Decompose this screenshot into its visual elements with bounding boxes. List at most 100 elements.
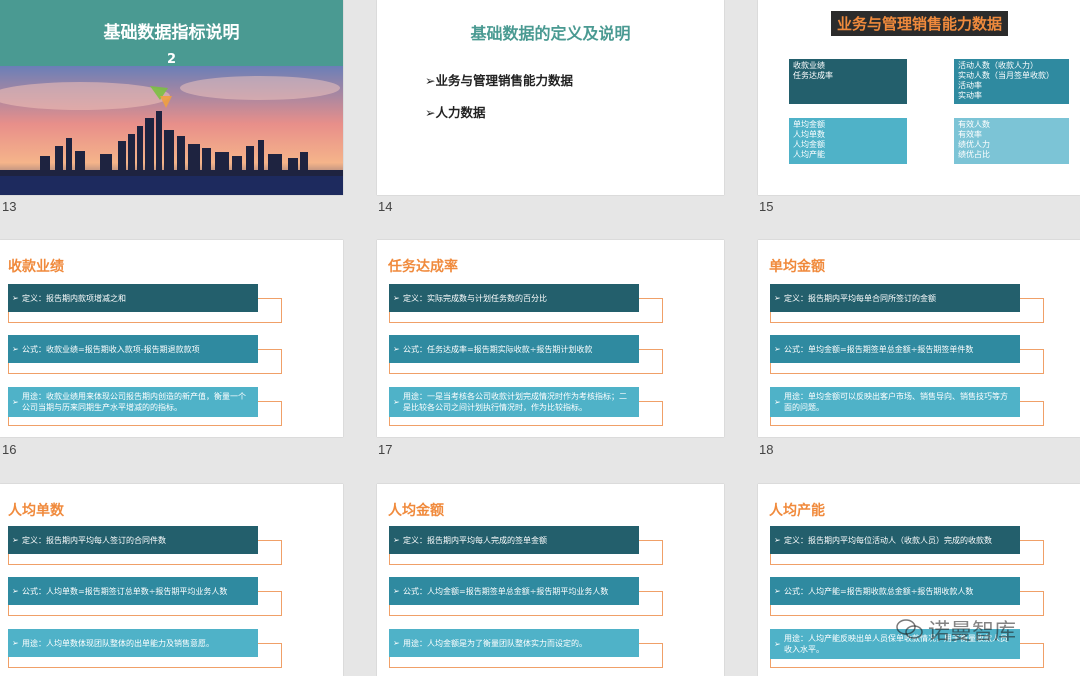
formula-bar: ➢ 公式：任务达成率=报告期实际收款÷报告期计划收款 <box>389 335 639 363</box>
definition-row: ➢ 定义：报告期内平均每人完成的签单金额 <box>389 526 665 566</box>
usage-text: 用途：人均金额是为了衡量团队整体实力而设定的。 <box>403 638 587 648</box>
usage-bar: ➢ 用途：单均金额可以反映出客户市场、销售导向、销售技巧等方面的问题。 <box>770 387 1020 417</box>
usage-row: ➢ 用途：一是当考核各公司收款计划完成情况时作为考核指标；二是比较各公司之间计划执… <box>389 387 665 427</box>
category-box: 收款业绩 任务达成率 <box>789 59 907 104</box>
box-line: 人均金额 <box>793 140 825 149</box>
slide-title: 收款业绩 <box>8 259 64 275</box>
slide-thumbnail-14[interactable]: 基础数据的定义及说明 ➢业务与管理销售能力数据 ➢人力数据 <box>377 0 724 195</box>
slide-title: 基础数据的定义及说明 <box>470 24 631 43</box>
usage-text: 用途：单均金额可以反映出客户市场、销售导向、销售技巧等方面的问题。 <box>784 392 1008 412</box>
slide-title: 业务与管理销售能力数据 <box>831 11 1009 36</box>
formula-row: ➢ 公式：收款业绩=报告期收入款项-报告期退款款项 <box>8 335 284 375</box>
usage-text: 用途：一是当考核各公司收款计划完成情况时作为考核指标；二是比较各公司之间计划执行… <box>403 392 627 412</box>
formula-text: 公式：单均金额=报告期签单总金额÷报告期签单件数 <box>784 344 974 354</box>
usage-bar: ➢ 用途：收款业绩用来体现公司报告期内创造的新产值，衡量一个公司当期与历来同期生产… <box>8 387 258 417</box>
usage-row: ➢ 用途：人均金额是为了衡量团队整体实力而设定的。 <box>389 629 665 669</box>
slide-thumbnail-13[interactable]: 基础数据指标说明 2 <box>0 0 343 195</box>
definition-row: ➢ 定义：报告期内平均每位活动人（收款人员）完成的收款数 <box>770 526 1046 566</box>
slide-number: 16 <box>2 442 17 457</box>
slide-title: 人均金额 <box>388 503 444 519</box>
box-line: 实动率 <box>958 91 982 100</box>
box-line: 活动率 <box>958 81 982 90</box>
category-box: 有效人数 有效率 绩优人力 绩优占比 <box>954 118 1069 164</box>
category-box: 单均金额 人均单数 人均金额 人均产能 <box>789 118 907 164</box>
arrow-icon: ➢ <box>12 344 19 354</box>
watermark-text: 诺曼智库 <box>928 620 1017 645</box>
slide-thumbnail-17[interactable]: 任务达成率 ➢ 定义：实际完成数与计划任务数的百分比 ➢ 公式：任务达成率=报告期实… <box>377 240 724 437</box>
usage-text: 用途：收款业绩用来体现公司报告期内创造的新产值，衡量一个公司当期与历来同期生产水… <box>22 392 246 412</box>
definition-bar: ➢ 定义：实际完成数与计划任务数的百分比 <box>389 284 639 312</box>
usage-bar: ➢ 用途：人均单数体现团队整体的出单能力及销售意愿。 <box>8 629 258 657</box>
arrow-icon: ➢ <box>393 535 400 545</box>
slide-number: 17 <box>378 442 393 457</box>
arrow-icon: ➢ <box>12 397 19 407</box>
arrow-icon: ➢ <box>774 293 781 303</box>
arrow-icon: ➢ <box>774 397 781 407</box>
formula-row: ➢ 公式：任务达成率=报告期实际收款÷报告期计划收款 <box>389 335 665 375</box>
formula-row: ➢ 公式：单均金额=报告期签单总金额÷报告期签单件数 <box>770 335 1046 375</box>
box-line: 单均金额 <box>793 120 825 129</box>
definition-row: ➢ 定义：实际完成数与计划任务数的百分比 <box>389 284 665 324</box>
box-line: 任务达成率 <box>793 71 833 80</box>
box-line: 绩优占比 <box>958 150 990 159</box>
formula-text: 公式：人均金额=报告期签单总金额÷报告期平均业务人数 <box>403 586 609 596</box>
definition-text: 定义：报告期内平均每人完成的签单金额 <box>403 535 547 545</box>
usage-row: ➢ 用途：人均单数体现团队整体的出单能力及销售意愿。 <box>8 629 284 669</box>
arrow-icon: ➢ <box>774 344 781 354</box>
arrow-icon: ➢ <box>12 535 19 545</box>
arrow-icon: ➢ <box>774 586 781 596</box>
slide-number: 15 <box>759 199 774 214</box>
wechat-icon <box>896 619 923 639</box>
box-line: 人均单数 <box>793 130 825 139</box>
category-box: 活动人数（收款人力） 实动人数（当月签单收款） 活动率 实动率 <box>954 59 1069 104</box>
slide-thumbnail-16[interactable]: 收款业绩 ➢ 定义：报告期内款项增减之和 ➢ 公式：收款业绩=报告期收入款项-报告期… <box>0 240 343 437</box>
arrow-icon: ➢ <box>393 344 400 354</box>
slide-thumbnail-20[interactable]: 人均金额 ➢ 定义：报告期内平均每人完成的签单金额 ➢ 公式：人均金额=报告期签单总… <box>377 484 724 676</box>
definition-bar: ➢ 定义：报告期内平均每位活动人（收款人员）完成的收款数 <box>770 526 1020 554</box>
slide-thumbnail-19[interactable]: 人均单数 ➢ 定义：报告期内平均每人签订的合同件数 ➢ 公式：人均单数=报告期签订总… <box>0 484 343 676</box>
arrow-icon: ➢ <box>774 639 781 649</box>
formula-text: 公式：人均单数=报告期签订总单数÷报告期平均业务人数 <box>22 586 228 596</box>
formula-text: 公式：收款业绩=报告期收入款项-报告期退款款项 <box>22 344 200 354</box>
usage-text: 用途：人均单数体现团队整体的出单能力及销售意愿。 <box>22 638 214 648</box>
usage-bar: ➢ 用途：一是当考核各公司收款计划完成情况时作为考核指标；二是比较各公司之间计划执… <box>389 387 639 417</box>
formula-row: ➢ 公式：人均单数=报告期签订总单数÷报告期平均业务人数 <box>8 577 284 617</box>
formula-row: ➢ 公式：人均产能=报告期收款总金额÷报告期收款人数 <box>770 577 1046 617</box>
definition-row: ➢ 定义：报告期内平均每人签订的合同件数 <box>8 526 284 566</box>
definition-row: ➢ 定义：报告期内款项增减之和 <box>8 284 284 324</box>
formula-text: 公式：人均产能=报告期收款总金额÷报告期收款人数 <box>784 586 974 596</box>
arrow-icon: ➢ <box>393 293 400 303</box>
slide-number: 14 <box>378 199 393 214</box>
arrow-icon: ➢ <box>393 638 400 648</box>
arrow-icon: ➢ <box>12 638 19 648</box>
slide-title: 基础数据指标说明 <box>103 23 240 43</box>
box-line: 实动人数（当月签单收款） <box>958 71 1054 80</box>
box-line: 收款业绩 <box>793 61 825 70</box>
definition-text: 定义：实际完成数与计划任务数的百分比 <box>403 293 547 303</box>
formula-text: 公式：任务达成率=报告期实际收款÷报告期计划收款 <box>403 344 593 354</box>
slide-thumbnail-15[interactable]: 业务与管理销售能力数据 收款业绩 任务达成率 活动人数（收款人力） 实动人数（当… <box>758 0 1080 195</box>
slide-thumbnail-18[interactable]: 单均金额 ➢ 定义：报告期内平均每单合同所签订的金额 ➢ 公式：单均金额=报告期签单… <box>758 240 1080 437</box>
formula-bar: ➢ 公式：人均单数=报告期签订总单数÷报告期平均业务人数 <box>8 577 258 605</box>
bullet-item: ➢人力数据 <box>425 105 486 120</box>
slide-title: 任务达成率 <box>388 259 458 275</box>
arrow-icon: ➢ <box>393 586 400 596</box>
slide-title: 人均产能 <box>769 503 825 519</box>
usage-bar: ➢ 用途：人均金额是为了衡量团队整体实力而设定的。 <box>389 629 639 657</box>
usage-row: ➢ 用途：收款业绩用来体现公司报告期内创造的新产值，衡量一个公司当期与历来同期生产… <box>8 387 284 427</box>
formula-bar: ➢ 公式：人均产能=报告期收款总金额÷报告期收款人数 <box>770 577 1020 605</box>
box-line: 活动人数（收款人力） <box>958 61 1038 70</box>
definition-text: 定义：报告期内平均每单合同所签订的金额 <box>784 293 936 303</box>
city-skyline-image <box>0 66 343 195</box>
formula-bar: ➢ 公式：收款业绩=报告期收入款项-报告期退款款项 <box>8 335 258 363</box>
definition-row: ➢ 定义：报告期内平均每单合同所签订的金额 <box>770 284 1046 324</box>
definition-text: 定义：报告期内平均每人签订的合同件数 <box>22 535 166 545</box>
definition-text: 定义：报告期内平均每位活动人（收款人员）完成的收款数 <box>784 535 992 545</box>
arrow-icon: ➢ <box>393 397 400 407</box>
formula-row: ➢ 公式：人均金额=报告期签单总金额÷报告期平均业务人数 <box>389 577 665 617</box>
definition-bar: ➢ 定义：报告期内平均每人完成的签单金额 <box>389 526 639 554</box>
slide-number: 13 <box>2 199 17 214</box>
box-line: 绩优人力 <box>958 140 990 149</box>
definition-bar: ➢ 定义：报告期内平均每单合同所签订的金额 <box>770 284 1020 312</box>
slide-thumbnail-21[interactable]: 人均产能 ➢ 定义：报告期内平均每位活动人（收款人员）完成的收款数 ➢ 公式：人均产… <box>758 484 1080 676</box>
